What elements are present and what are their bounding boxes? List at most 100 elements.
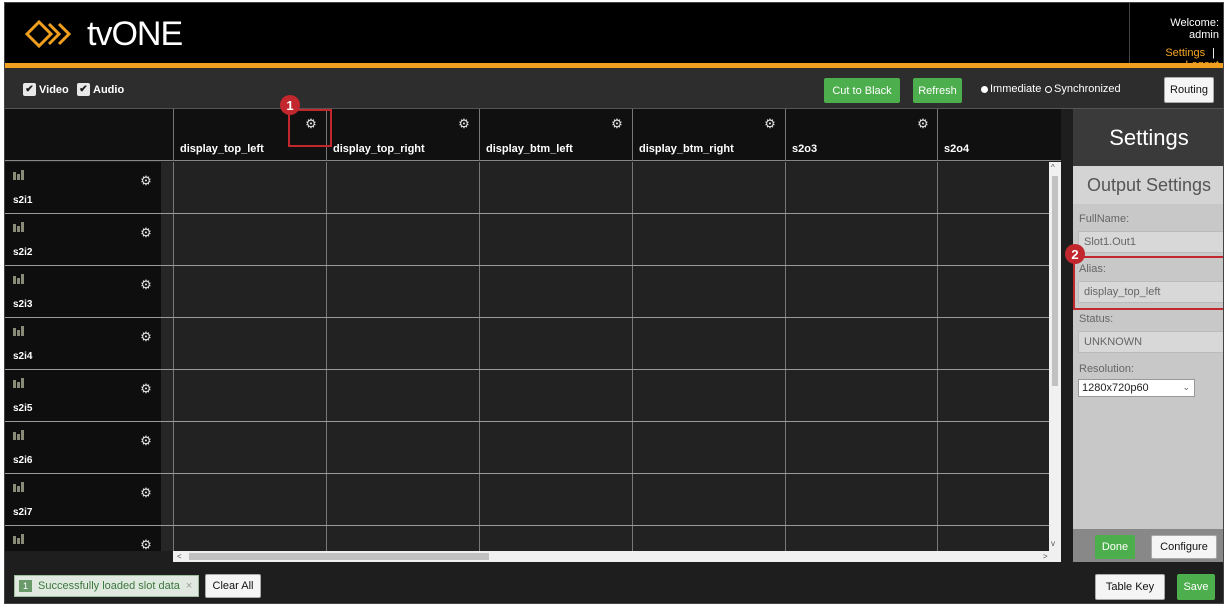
scroll-left-icon[interactable]: < [177, 552, 182, 562]
routing-cell[interactable] [479, 214, 632, 265]
gear-icon[interactable]: ⚙ [139, 434, 153, 448]
scroll-down-icon[interactable]: v [1051, 539, 1055, 549]
routing-cell[interactable] [326, 214, 479, 265]
routing-cell[interactable] [326, 474, 479, 525]
horizontal-scrollbar[interactable]: < > [173, 551, 1061, 562]
routing-cell[interactable] [173, 526, 326, 551]
gear-icon[interactable]: ⚙ [916, 117, 930, 131]
refresh-button[interactable]: Refresh [913, 78, 962, 103]
routing-cell[interactable] [937, 422, 1049, 473]
gear-icon[interactable]: ⚙ [610, 117, 624, 131]
input-row-header[interactable]: ⚙ s2i6 [5, 422, 161, 473]
routing-cell[interactable] [632, 162, 785, 213]
resolution-select[interactable]: 1280x720p60 ⌄ [1078, 379, 1195, 397]
routing-cell[interactable] [326, 162, 479, 213]
output-column-header[interactable]: display_btm_left ⚙ [479, 109, 632, 161]
gear-icon[interactable]: ⚙ [139, 174, 153, 188]
routing-cell[interactable] [173, 318, 326, 369]
routing-cell[interactable] [785, 474, 938, 525]
routing-cell[interactable] [326, 370, 479, 421]
routing-cell[interactable] [785, 162, 938, 213]
toast-close-icon[interactable]: × [186, 580, 192, 592]
routing-cell[interactable] [326, 422, 479, 473]
routing-button[interactable]: Routing [1164, 77, 1214, 103]
routing-cell[interactable] [173, 474, 326, 525]
routing-cell[interactable] [937, 266, 1049, 317]
cut-to-black-button[interactable]: Cut to Black [824, 78, 900, 103]
input-row-header[interactable]: ⚙ s2i4 [5, 318, 161, 369]
routing-cell[interactable] [326, 266, 479, 317]
routing-cell[interactable] [173, 162, 326, 213]
scroll-right-icon[interactable]: > [1043, 552, 1048, 562]
gear-icon[interactable]: ⚙ [139, 486, 153, 500]
output-column-header[interactable]: display_top_right ⚙ [326, 109, 479, 161]
routing-cell[interactable] [632, 526, 785, 551]
routing-cell[interactable] [173, 422, 326, 473]
routing-cell[interactable] [937, 318, 1049, 369]
output-column-header[interactable]: display_btm_right ⚙ [632, 109, 785, 161]
input-row-header[interactable]: ⚙ [5, 526, 161, 551]
toast-message: Successfully loaded slot data [38, 580, 180, 592]
routing-cell[interactable] [479, 422, 632, 473]
routing-cell[interactable] [785, 526, 938, 551]
clear-all-button[interactable]: Clear All [205, 574, 261, 598]
routing-cell[interactable] [785, 266, 938, 317]
routing-cell[interactable] [479, 318, 632, 369]
input-row-header[interactable]: ⚙ s2i7 [5, 474, 161, 525]
input-row-header[interactable]: ⚙ s2i3 [5, 266, 161, 317]
input-row-header[interactable]: ⚙ s2i2 [5, 214, 161, 265]
done-button[interactable]: Done [1095, 535, 1135, 559]
routing-cell[interactable] [632, 370, 785, 421]
input-row-header[interactable]: ⚙ s2i1 [5, 162, 161, 213]
routing-cell[interactable] [326, 526, 479, 551]
routing-cell[interactable] [785, 214, 938, 265]
settings-link[interactable]: Settings [1165, 47, 1205, 59]
routing-cell[interactable] [479, 526, 632, 551]
routing-cell[interactable] [937, 162, 1049, 213]
vertical-scrollbar[interactable]: ^ v [1049, 162, 1061, 551]
horizontal-scroll-thumb[interactable] [189, 553, 489, 560]
routing-cell[interactable] [479, 266, 632, 317]
gear-icon[interactable]: ⚙ [457, 117, 471, 131]
input-row-header[interactable]: ⚙ s2i5 [5, 370, 161, 421]
routing-cell[interactable] [937, 526, 1049, 551]
routing-cell[interactable] [632, 422, 785, 473]
output-column-header[interactable]: s2o4 [937, 109, 1061, 161]
gear-icon[interactable]: ⚙ [139, 382, 153, 396]
gear-icon[interactable]: ⚙ [139, 538, 153, 552]
gear-icon[interactable]: ⚙ [139, 278, 153, 292]
routing-cell[interactable] [937, 474, 1049, 525]
routing-cell[interactable] [632, 474, 785, 525]
routing-cell[interactable] [785, 318, 938, 369]
immediate-radio[interactable]: Immediate [981, 83, 1041, 95]
routing-cell[interactable] [937, 214, 1049, 265]
scroll-up-icon[interactable]: ^ [1051, 163, 1055, 173]
save-button[interactable]: Save [1177, 574, 1215, 600]
routing-cell[interactable] [632, 318, 785, 369]
gear-icon[interactable]: ⚙ [763, 117, 777, 131]
output-column-header[interactable]: s2o3 ⚙ [785, 109, 938, 161]
routing-cell[interactable] [173, 266, 326, 317]
output-column-label: display_btm_left [486, 143, 573, 155]
input-row: ⚙ s2i7 [5, 474, 1049, 526]
routing-cell[interactable] [937, 370, 1049, 421]
routing-cell[interactable] [173, 370, 326, 421]
configure-button[interactable]: Configure [1151, 535, 1217, 559]
gear-icon[interactable]: ⚙ [139, 226, 153, 240]
vertical-scroll-thumb[interactable] [1052, 176, 1058, 386]
table-key-button[interactable]: Table Key [1095, 574, 1165, 600]
synchronized-radio[interactable]: Synchronized [1045, 83, 1121, 95]
video-checkbox[interactable]: ✔ Video [23, 83, 69, 96]
routing-cell[interactable] [785, 422, 938, 473]
routing-cell[interactable] [479, 162, 632, 213]
routing-cell[interactable] [479, 474, 632, 525]
fullname-field[interactable]: Slot1.Out1 [1078, 231, 1223, 253]
routing-cell[interactable] [479, 370, 632, 421]
routing-cell[interactable] [173, 214, 326, 265]
routing-cell[interactable] [785, 370, 938, 421]
routing-cell[interactable] [632, 214, 785, 265]
routing-cell[interactable] [326, 318, 479, 369]
gear-icon[interactable]: ⚙ [139, 330, 153, 344]
routing-cell[interactable] [632, 266, 785, 317]
audio-checkbox[interactable]: ✔ Audio [77, 83, 124, 96]
